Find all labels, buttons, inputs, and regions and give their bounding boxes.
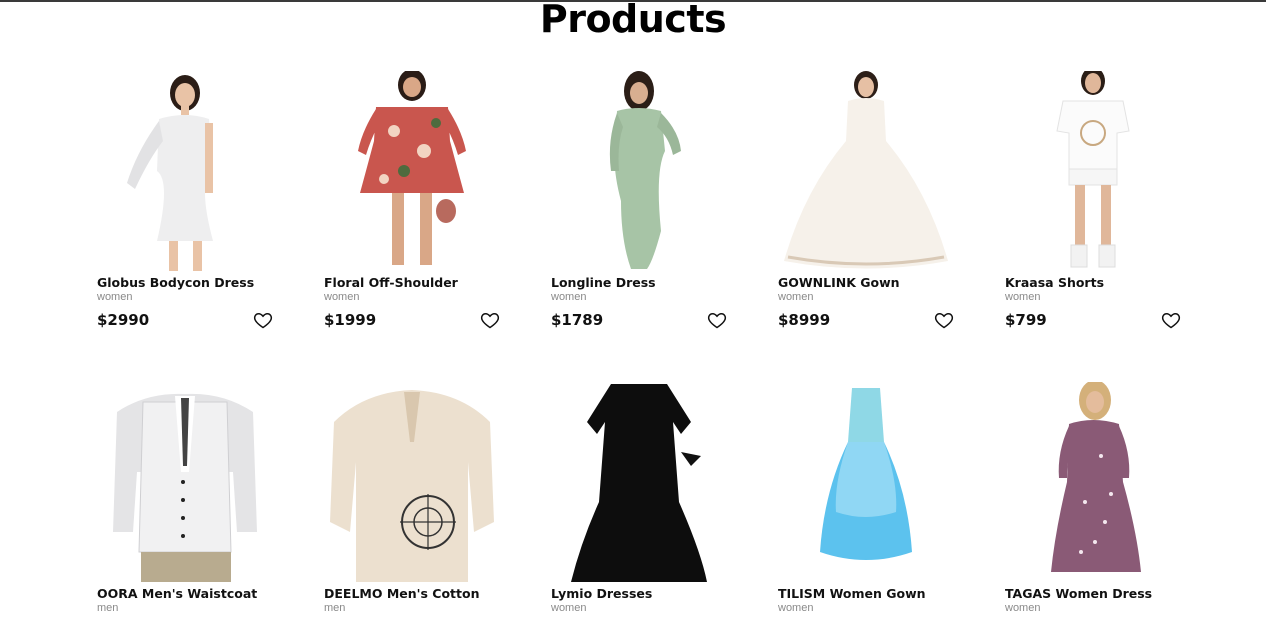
product-image[interactable]	[324, 382, 500, 582]
page-title: Products	[539, 0, 727, 41]
product-name[interactable]: TILISM Women Gown	[778, 586, 954, 601]
product-name[interactable]: Longline Dress	[551, 275, 727, 290]
product-price: $1789	[551, 311, 604, 329]
product-card[interactable]: OORA Men's Waistcoat men	[97, 382, 273, 615]
product-card[interactable]: Kraasa Shorts women $799	[1005, 67, 1181, 330]
product-card[interactable]: TILISM Women Gown women	[778, 382, 954, 615]
heart-outline-icon[interactable]	[253, 310, 273, 330]
product-card[interactable]: Globus Bodycon Dress women $2990	[97, 71, 273, 330]
heart-outline-icon[interactable]	[480, 310, 500, 330]
product-category: women	[97, 291, 133, 303]
product-price: $2990	[97, 311, 150, 329]
product-image[interactable]	[1005, 380, 1181, 582]
product-category: women	[551, 291, 587, 303]
heart-outline-icon[interactable]	[1161, 310, 1181, 330]
product-name[interactable]: GOWNLINK Gown	[778, 275, 954, 290]
product-name[interactable]: Lymio Dresses	[551, 586, 727, 601]
product-category: women	[551, 602, 587, 614]
product-card[interactable]: DEELMO Men's Cotton men	[324, 382, 500, 615]
product-category: women	[324, 291, 360, 303]
heart-outline-icon[interactable]	[934, 310, 954, 330]
product-name[interactable]: Kraasa Shorts	[1005, 275, 1181, 290]
product-name[interactable]: Floral Off-Shoulder	[324, 275, 500, 290]
product-image[interactable]	[778, 382, 954, 582]
product-category: women	[1005, 602, 1041, 614]
product-image[interactable]	[778, 71, 954, 271]
product-name[interactable]: TAGAS Women Dress	[1005, 586, 1181, 601]
product-card[interactable]: GOWNLINK Gown women $8999	[778, 71, 954, 330]
product-image[interactable]	[324, 69, 500, 271]
product-image[interactable]	[1005, 67, 1181, 271]
product-category: women	[778, 291, 814, 303]
product-card[interactable]: TAGAS Women Dress women	[1005, 380, 1181, 615]
product-category: men	[324, 602, 346, 614]
product-image[interactable]	[551, 382, 727, 582]
product-price: $8999	[778, 311, 831, 329]
product-name[interactable]: Globus Bodycon Dress	[97, 275, 273, 290]
product-image[interactable]	[551, 71, 727, 271]
product-price: $1999	[324, 311, 377, 329]
product-price: $799	[1005, 311, 1047, 329]
product-image[interactable]	[97, 71, 273, 271]
product-card[interactable]: Longline Dress women $1789	[551, 71, 727, 330]
product-category: women	[778, 602, 814, 614]
heart-outline-icon[interactable]	[707, 310, 727, 330]
product-category: women	[1005, 291, 1041, 303]
product-card[interactable]: Lymio Dresses women	[551, 382, 727, 615]
product-card[interactable]: Floral Off-Shoulder women $1999	[324, 69, 500, 330]
product-name[interactable]: OORA Men's Waistcoat	[97, 586, 273, 601]
product-image[interactable]	[97, 382, 273, 582]
product-name[interactable]: DEELMO Men's Cotton	[324, 586, 500, 601]
product-category: men	[97, 602, 119, 614]
